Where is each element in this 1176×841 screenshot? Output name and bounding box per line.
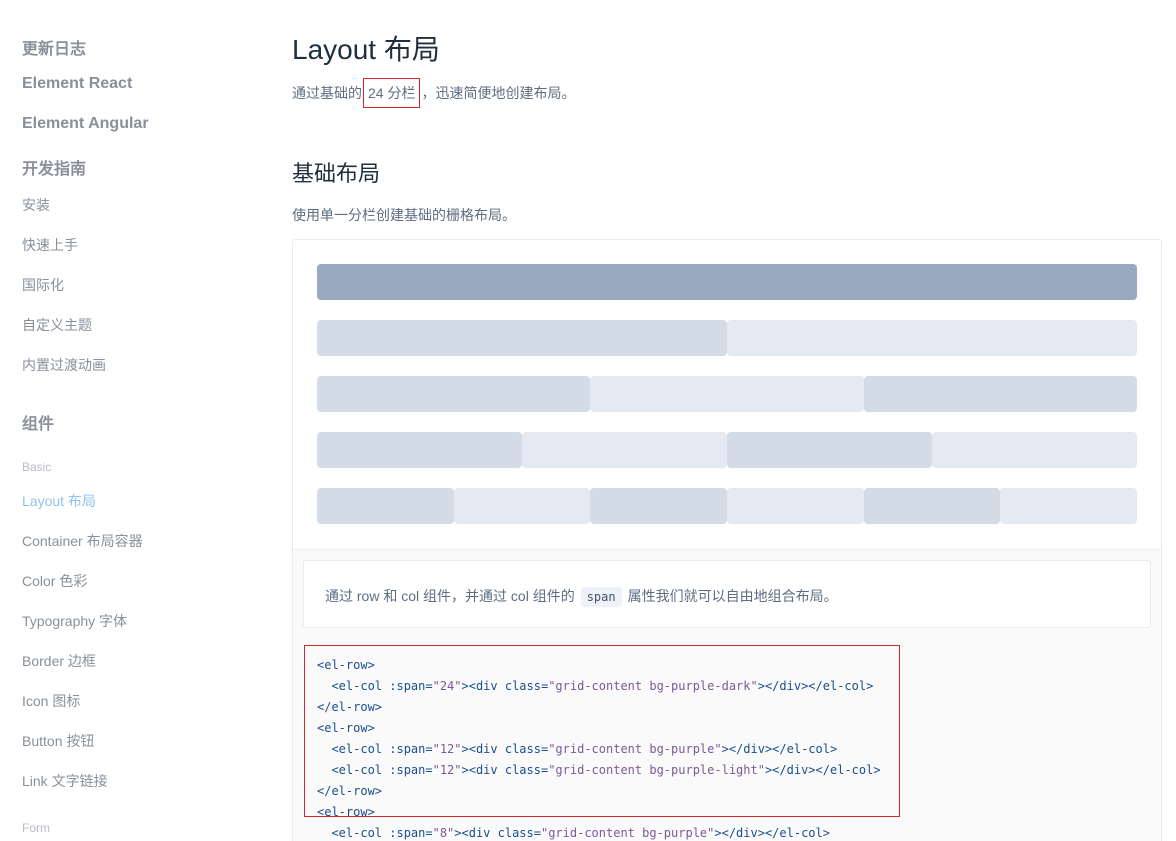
grid-col [726,488,864,524]
sidebar-item-container[interactable]: Container 布局容器 [22,531,143,551]
grid-col [522,432,727,468]
page-title: Layout 布局 [292,34,440,65]
sidebar-item-i18n[interactable]: 国际化 [22,275,64,295]
grid-col [317,264,1137,300]
grid-row [317,376,1137,412]
code-line: <el-row> [317,805,375,819]
code-line: <el-col :span="12"><div class="grid-cont… [317,763,881,777]
sidebar-item-install[interactable]: 安装 [22,195,50,215]
nav-element-react[interactable]: Element React [22,75,132,93]
sidebar-item-quickstart[interactable]: 快速上手 [22,235,78,255]
code-line: </el-row> [317,700,383,714]
intro-before: 通过基础的 [292,85,362,101]
code-block: <el-row> <el-col :span="24"><div class="… [317,655,881,841]
grid-col [317,376,591,412]
sidebar-item-color[interactable]: Color 色彩 [22,571,87,591]
grid-col [727,320,1137,356]
code-line: <el-row> [317,658,375,672]
grid-col [317,488,454,524]
grid-col [932,432,1137,468]
grid-row [317,432,1137,468]
sidebar-item-custom-theme[interactable]: 自定义主题 [22,315,92,335]
intro-text: 通过基础的 24 分栏 ，迅速简便地创建布局。 [292,78,575,108]
section-description: 使用单一分栏创建基础的栅格布局。 [292,207,516,223]
grid-col [590,488,727,524]
sidebar-item-link[interactable]: Link 文字链接 [22,771,108,791]
demo-source [293,240,1161,549]
grid-col [727,432,932,468]
main-content: Layout 布局 通过基础的 24 分栏 ，迅速简便地创建布局。 基础布局 使用单… [292,0,1162,841]
grid-row [317,264,1137,300]
nav-components-title: 组件 [22,416,55,433]
intro-after: ，迅速简便地创建布局。 [421,85,576,101]
sidebar-item-typography[interactable]: Typography 字体 [22,611,127,631]
grid-col [863,488,1001,524]
nav-dev-guide[interactable]: 开发指南 [22,155,86,179]
demo-description-box: 通过 row 和 col 组件，并通过 col 组件的 span 属性我们就可以自由… [303,560,1151,628]
grid-row [317,320,1137,356]
code-line: <el-row> [317,721,375,735]
grid-col [453,488,591,524]
sidebar-item-button[interactable]: Button 按钮 [22,731,94,751]
demo-block: 通过 row 和 col 组件，并通过 col 组件的 span 属性我们就可以自由… [292,239,1162,841]
nav-category-form: Form [22,821,50,835]
grid-col [1000,488,1137,524]
nav-element-angular[interactable]: Element Angular [22,115,149,133]
sidebar-item-transition[interactable]: 内置过渡动画 [22,355,106,375]
grid-row [317,488,1137,524]
demo-meta: 通过 row 和 col 组件，并通过 col 组件的 span 属性我们就可以自由… [293,549,1161,841]
sidebar-item-border[interactable]: Border 边框 [22,651,96,671]
grid-col [590,376,864,412]
code-line: <el-col :span="24"><div class="grid-cont… [317,679,874,693]
grid-col [317,432,522,468]
demo-description-after: 属性我们就可以自由地组合布局。 [627,588,838,604]
sidebar-item-layout[interactable]: Layout 布局 [22,491,96,511]
grid-col [317,320,727,356]
code-line: <el-col :span="12"><div class="grid-cont… [317,742,838,756]
nav-category-basic: Basic [22,460,52,474]
sidebar: 更新日志 Element React Element Angular 开发指南 … [0,0,260,841]
sidebar-item-icon[interactable]: Icon 图标 [22,691,80,711]
section-title: 基础布局 [292,161,381,186]
demo-description-before: 通过 row 和 col 组件，并通过 col 组件的 [325,588,575,604]
code-line: <el-col :span="8"><div class="grid-conte… [317,826,830,840]
demo-description: 通过 row 和 col 组件，并通过 col 组件的 span 属性我们就可以自由… [325,586,838,607]
code-line: </el-row> [317,784,383,798]
grid-col [863,376,1137,412]
intro-highlight: 24 分栏 [363,78,421,108]
inline-code-span: span [580,587,622,607]
nav-changelog[interactable]: 更新日志 [22,35,86,59]
